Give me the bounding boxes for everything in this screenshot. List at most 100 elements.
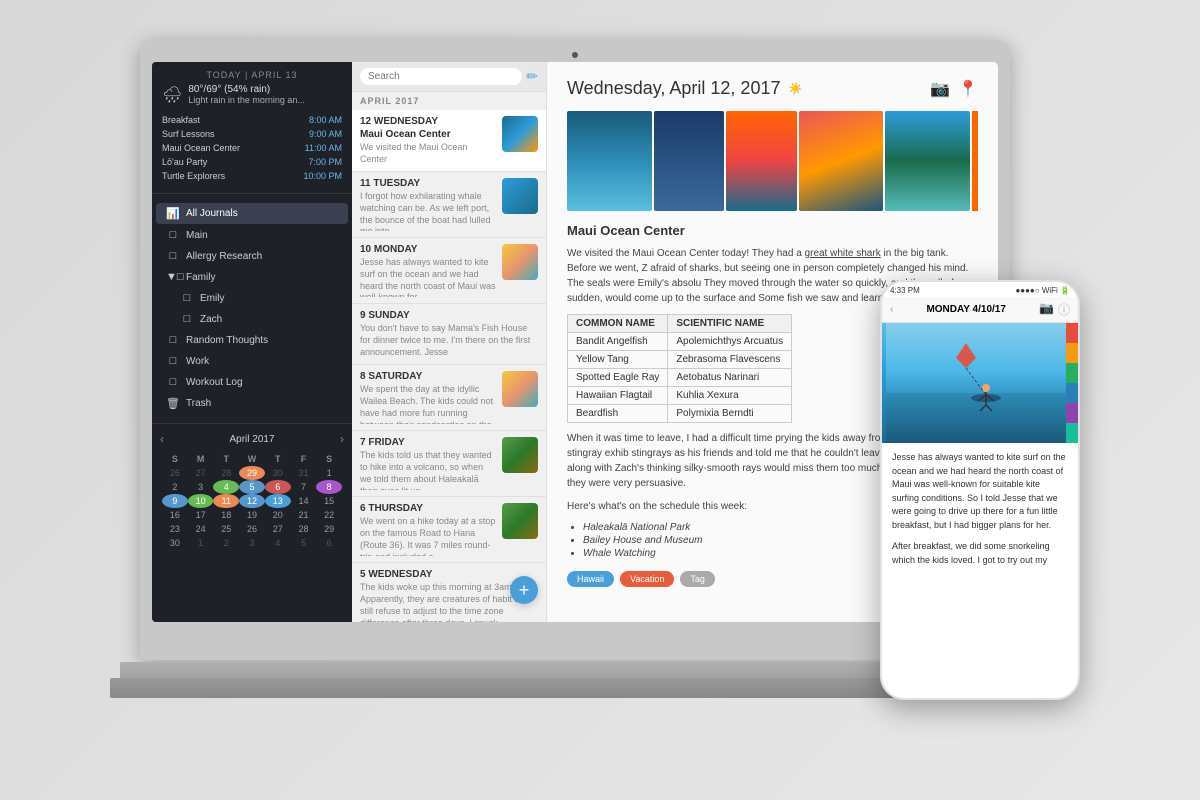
- phone-photo-strip: [882, 323, 1078, 443]
- sidebar-item-trash[interactable]: 🗑 Trash: [156, 393, 348, 414]
- sidebar-item-random-thoughts[interactable]: □ Random Thoughts: [156, 330, 348, 350]
- phone-info-icon[interactable]: ⓘ: [1058, 301, 1070, 318]
- sidebar-item-allergy[interactable]: □ Allergy Research: [156, 246, 348, 266]
- journal-entry-8[interactable]: 8 SATURDAY We spent the day at the idyll…: [352, 365, 546, 431]
- event-turtle: Turtle Explorers 10:00 PM: [162, 169, 342, 183]
- location-icon[interactable]: 📍: [958, 79, 978, 99]
- journal-entry-7[interactable]: 7 FRIDAY The kids told us that they want…: [352, 431, 546, 497]
- sidebar-calendar: ‹ April 2017 › S M T W T: [152, 424, 352, 622]
- phone-main-photo: [882, 323, 1078, 443]
- event-luau: Lō'au Party 7:00 PM: [162, 155, 342, 169]
- orange-accent-bar: [972, 111, 978, 211]
- sidebar-children-family: □ Emily □ Zach: [166, 288, 352, 329]
- table-row: Beardfish Polymixia Berndti: [568, 405, 792, 423]
- weather-description: Light rain in the morning an...: [188, 95, 305, 105]
- edit-icon[interactable]: ✏: [526, 68, 538, 85]
- sidebar-weather: 🌧 80°/69° (54% rain) Light rain in the m…: [162, 84, 342, 105]
- table-header-common: COMMON NAME: [568, 315, 668, 333]
- tag-vacation[interactable]: Vacation: [620, 571, 674, 587]
- shark-link: great white shark: [805, 248, 881, 259]
- event-surf: Surf Lessons 9:00 AM: [162, 127, 342, 141]
- journal-entry-12[interactable]: 12 WEDNESDAY Maui Ocean Center We visite…: [352, 110, 546, 172]
- journal-entry-9[interactable]: 9 SUNDAY You don't have to say Mama's Fi…: [352, 304, 546, 365]
- phone-camera-icon[interactable]: 📷: [1039, 301, 1054, 318]
- entry-date: 11 TUESDAY: [360, 178, 496, 189]
- tag-hawaii[interactable]: Hawaii: [567, 571, 614, 587]
- search-input[interactable]: [360, 68, 522, 85]
- sidebar-item-workout[interactable]: □ Workout Log: [156, 372, 348, 392]
- calendar-grid: S M T W T F S 2627282930311: [160, 450, 344, 552]
- journal-entry-11[interactable]: 11 TUESDAY I forgot how exhilarating wha…: [352, 172, 546, 238]
- entry-date: 10 MONDAY: [360, 244, 496, 255]
- journal-icon: □: [166, 376, 180, 388]
- weather-entry-icon: ☀️: [788, 82, 802, 95]
- event-breakfast: Breakfast 8:00 AM: [162, 113, 342, 127]
- weather-icon: 🌧: [162, 85, 182, 105]
- entry-thumbnail: [502, 371, 538, 407]
- phone-nav-title: MONDAY 4/10/17: [926, 304, 1006, 315]
- journal-icon: □: [180, 313, 194, 325]
- table-header-scientific: SCIENTIFIC NAME: [668, 315, 792, 333]
- journal-list: ✏ APRIL 2017 12 WEDNESDAY Maui Ocean Cen…: [352, 62, 547, 622]
- new-entry-button[interactable]: +: [510, 576, 538, 604]
- weather-temp: 80°/69° (54% rain): [188, 84, 305, 95]
- fish-table: COMMON NAME SCIENTIFIC NAME Bandit Angel…: [567, 314, 792, 423]
- entry-section-title: Maui Ocean Center: [567, 223, 978, 238]
- entry-preview: We visited the Maui Ocean Center: [360, 142, 496, 165]
- sidebar-date: TODAY | APRIL 13: [162, 70, 342, 80]
- phone-back-button[interactable]: ‹: [890, 304, 893, 315]
- entry-date: 12 WEDNESDAY: [360, 116, 496, 127]
- journal-icon: □: [166, 334, 180, 346]
- journal-entry-6[interactable]: 6 THURSDAY We went on a hike today at a …: [352, 497, 546, 563]
- sidebar-item-family[interactable]: ▼□ Family: [156, 267, 348, 287]
- entry-date: 8 SATURDAY: [360, 371, 496, 382]
- journal-icon: □: [166, 355, 180, 367]
- calendar-prev[interactable]: ‹: [160, 432, 164, 446]
- sidebar-item-zach[interactable]: □ Zach: [170, 309, 348, 329]
- phone-text-1: Jesse has always wanted to kite surf on …: [892, 451, 1068, 532]
- photo-2[interactable]: [654, 111, 725, 211]
- folder-icon: ▼□: [166, 271, 180, 283]
- sidebar-top: TODAY | APRIL 13 🌧 80°/69° (54% rain) Li…: [152, 62, 352, 194]
- entry-preview: Jesse has always wanted to kite surf on …: [360, 257, 496, 297]
- photo-4[interactable]: [799, 111, 884, 211]
- entry-date: 6 THURSDAY: [360, 503, 496, 514]
- entry-action-icons: 📷 📍: [930, 79, 978, 99]
- camera-icon[interactable]: 📷: [930, 79, 950, 99]
- journal-icon: □: [166, 229, 180, 241]
- calendar-next[interactable]: ›: [340, 432, 344, 446]
- phone-time: 4:33 PM: [890, 286, 920, 295]
- journal-icon: □: [166, 250, 180, 262]
- entry-preview: You don't have to say Mama's Fish House …: [360, 323, 538, 358]
- sidebar-item-main[interactable]: □ Main: [156, 225, 348, 245]
- entry-main-date: Wednesday, April 12, 2017: [567, 78, 780, 99]
- entry-thumbnail: [502, 437, 538, 473]
- sidebar-events: Breakfast 8:00 AM Surf Lessons 9:00 AM M…: [162, 111, 342, 185]
- sidebar-item-emily[interactable]: □ Emily: [170, 288, 348, 308]
- sidebar: TODAY | APRIL 13 🌧 80°/69° (54% rain) Li…: [152, 62, 352, 622]
- entry-thumbnail: [502, 116, 538, 152]
- tag-tag[interactable]: Tag: [680, 571, 715, 587]
- photo-3[interactable]: [726, 111, 797, 211]
- phone-status-bar: 4:33 PM ●●●●○ WiFi 🔋: [882, 282, 1078, 297]
- calendar-month: April 2017: [229, 434, 274, 445]
- photo-1[interactable]: [567, 111, 652, 211]
- phone: 4:33 PM ●●●●○ WiFi 🔋 ‹ MONDAY 4/10/17 📷 …: [880, 280, 1080, 700]
- calendar-header: ‹ April 2017 ›: [160, 432, 344, 446]
- phone-nav-bar: ‹ MONDAY 4/10/17 📷 ⓘ: [882, 297, 1078, 323]
- photo-5[interactable]: [885, 111, 970, 211]
- sidebar-item-all-journals[interactable]: 📊 All Journals: [156, 203, 348, 224]
- phone-action-icons: 📷 ⓘ: [1039, 301, 1070, 318]
- phone-signal-icons: ●●●●○ WiFi 🔋: [1015, 286, 1070, 295]
- entry-preview: We went on a hike today at a stop on the…: [360, 516, 496, 556]
- phone-screen: 4:33 PM ●●●●○ WiFi 🔋 ‹ MONDAY 4/10/17 📷 …: [882, 282, 1078, 698]
- sidebar-nav: 📊 All Journals □ Main □ Allergy Research: [152, 194, 352, 424]
- journal-icon: □: [180, 292, 194, 304]
- sidebar-item-work[interactable]: □ Work: [156, 351, 348, 371]
- journal-entry-10[interactable]: 10 MONDAY Jesse has always wanted to kit…: [352, 238, 546, 304]
- month-header: APRIL 2017: [352, 92, 546, 110]
- photo-strip: [567, 111, 978, 211]
- entry-thumbnail: [502, 178, 538, 214]
- entry-title: Maui Ocean Center: [360, 129, 496, 140]
- phone-text-2: After breakfast, we did some snorkeling …: [892, 540, 1068, 567]
